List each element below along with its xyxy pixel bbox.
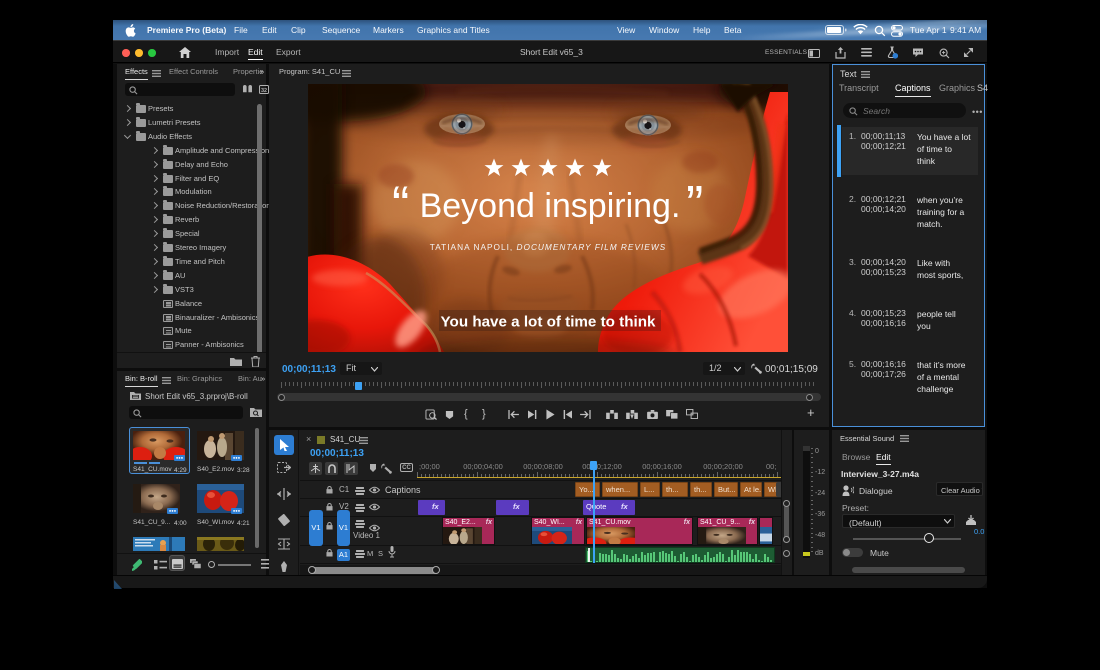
svg-text:32: 32: [261, 88, 267, 94]
svg-text:You have a lot of time to thin: You have a lot of time to think: [441, 314, 656, 331]
svg-text:Beyond inspiring.: Beyond inspiring.: [420, 187, 681, 225]
svg-text:TATIANA NAPOLI, DOCUMENTARY FI: TATIANA NAPOLI, DOCUMENTARY FILM REVIEWS: [430, 242, 666, 252]
svg-text:“: “: [392, 176, 409, 234]
svg-text:”: ”: [686, 176, 703, 234]
